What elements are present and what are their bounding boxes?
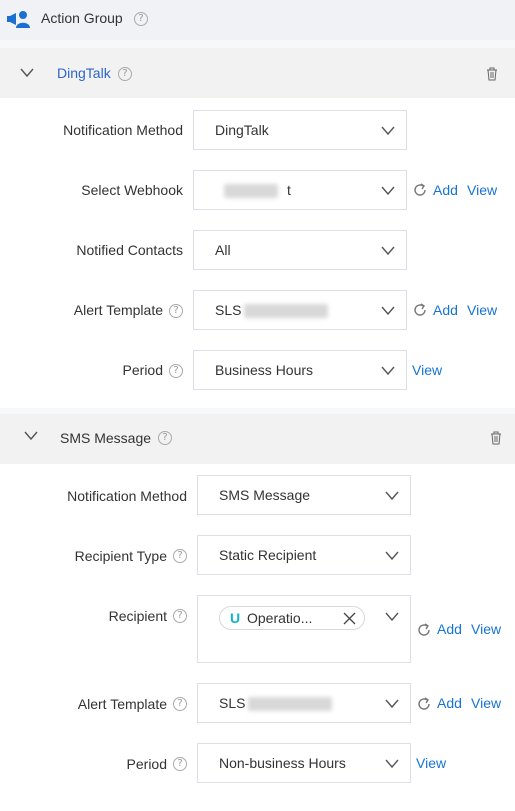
user-icon: U [230, 610, 241, 626]
chevron-down-icon [385, 551, 399, 560]
recipient-select[interactable]: U Operatio... [197, 595, 411, 663]
action-group-title: Action Group [41, 10, 123, 26]
notified-contacts-value: All [215, 242, 231, 258]
webhook-value-suffix: t [287, 182, 291, 198]
chevron-down-icon [385, 491, 399, 500]
notification-method-value: DingTalk [215, 122, 269, 138]
view-recipient-link[interactable]: View [471, 621, 501, 637]
help-icon[interactable]: ? [173, 697, 187, 711]
alert-template-value: SLS [215, 302, 242, 318]
view-template-link[interactable]: View [467, 302, 497, 318]
add-template-link[interactable]: Add [433, 302, 458, 318]
help-icon[interactable]: ? [158, 431, 172, 445]
help-icon[interactable]: ? [118, 67, 132, 81]
trash-icon[interactable] [486, 67, 498, 81]
refresh-icon[interactable] [412, 182, 428, 198]
redacted-value [244, 304, 328, 318]
view-webhook-link[interactable]: View [467, 182, 497, 198]
alert-template-select[interactable]: SLS [193, 290, 407, 330]
recipient-type-select[interactable]: Static Recipient [197, 535, 411, 575]
chevron-down-icon [381, 126, 395, 135]
period-select[interactable]: Business Hours [193, 350, 407, 390]
trash-icon[interactable] [490, 431, 502, 445]
help-icon[interactable]: ? [169, 304, 183, 318]
notification-method-label: Notification Method [63, 122, 183, 138]
close-icon[interactable] [343, 612, 356, 625]
notification-method-label: Notification Method [67, 488, 187, 504]
chevron-down-icon [381, 306, 395, 315]
select-webhook-label: Select Webhook [81, 182, 183, 198]
help-icon[interactable]: ? [169, 364, 183, 378]
chevron-down-icon [385, 612, 399, 621]
view-period-link[interactable]: View [416, 755, 446, 771]
help-icon[interactable]: ? [173, 549, 187, 563]
recipient-tag: U Operatio... [219, 606, 365, 630]
refresh-icon[interactable] [416, 622, 432, 638]
period-select[interactable]: Non-business Hours [197, 743, 411, 783]
dingtalk-panel-header[interactable]: DingTalk ? [0, 48, 515, 98]
period-value: Business Hours [215, 362, 314, 378]
dingtalk-panel: DingTalk ? Notification Method DingTalk … [0, 48, 515, 408]
add-recipient-link[interactable]: Add [437, 621, 462, 637]
notified-contacts-label: Notified Contacts [76, 242, 183, 258]
recipient-label: Recipient [108, 608, 167, 624]
chevron-down-icon [381, 366, 395, 375]
alert-template-select[interactable]: SLS [197, 683, 411, 723]
recipient-type-label: Recipient Type [74, 548, 167, 564]
period-label: Period [122, 362, 163, 378]
redacted-value [224, 184, 278, 198]
recipient-type-value: Static Recipient [219, 547, 317, 563]
help-icon[interactable]: ? [134, 12, 148, 26]
alert-template-label: Alert Template [73, 302, 163, 318]
refresh-icon[interactable] [412, 302, 428, 318]
add-template-link[interactable]: Add [437, 695, 462, 711]
help-icon[interactable]: ? [173, 609, 187, 623]
notified-contacts-select[interactable]: All [193, 230, 407, 270]
select-webhook-select[interactable]: t [193, 170, 407, 210]
add-webhook-link[interactable]: Add [433, 182, 458, 198]
help-icon[interactable]: ? [173, 757, 187, 771]
collapse-chevron-icon[interactable] [24, 431, 38, 441]
view-period-link[interactable]: View [412, 362, 442, 378]
action-group-header: Action Group ? [0, 0, 515, 40]
refresh-icon[interactable] [416, 696, 432, 712]
redacted-value [248, 697, 332, 711]
chevron-down-icon [385, 699, 399, 708]
notification-method-select[interactable]: SMS Message [197, 475, 411, 515]
chevron-down-icon [381, 186, 395, 195]
chevron-down-icon [381, 246, 395, 255]
alert-template-label: Alert Template [77, 696, 167, 712]
recipient-tag-text: Operatio... [247, 610, 313, 626]
alert-template-value: SLS [219, 695, 246, 711]
period-value: Non-business Hours [219, 755, 346, 771]
chevron-down-icon [385, 759, 399, 768]
sms-panel: SMS Message ? Notification Method SMS Me… [0, 414, 515, 811]
sms-panel-title[interactable]: SMS Message [60, 430, 151, 446]
action-group-icon [7, 11, 30, 28]
collapse-chevron-icon[interactable] [20, 68, 34, 78]
dingtalk-panel-title[interactable]: DingTalk [57, 65, 111, 81]
notification-method-select[interactable]: DingTalk [193, 110, 407, 150]
period-label: Period [126, 756, 167, 772]
notification-method-value: SMS Message [219, 487, 311, 503]
sms-panel-header[interactable]: SMS Message ? [0, 414, 515, 464]
view-template-link[interactable]: View [471, 695, 501, 711]
